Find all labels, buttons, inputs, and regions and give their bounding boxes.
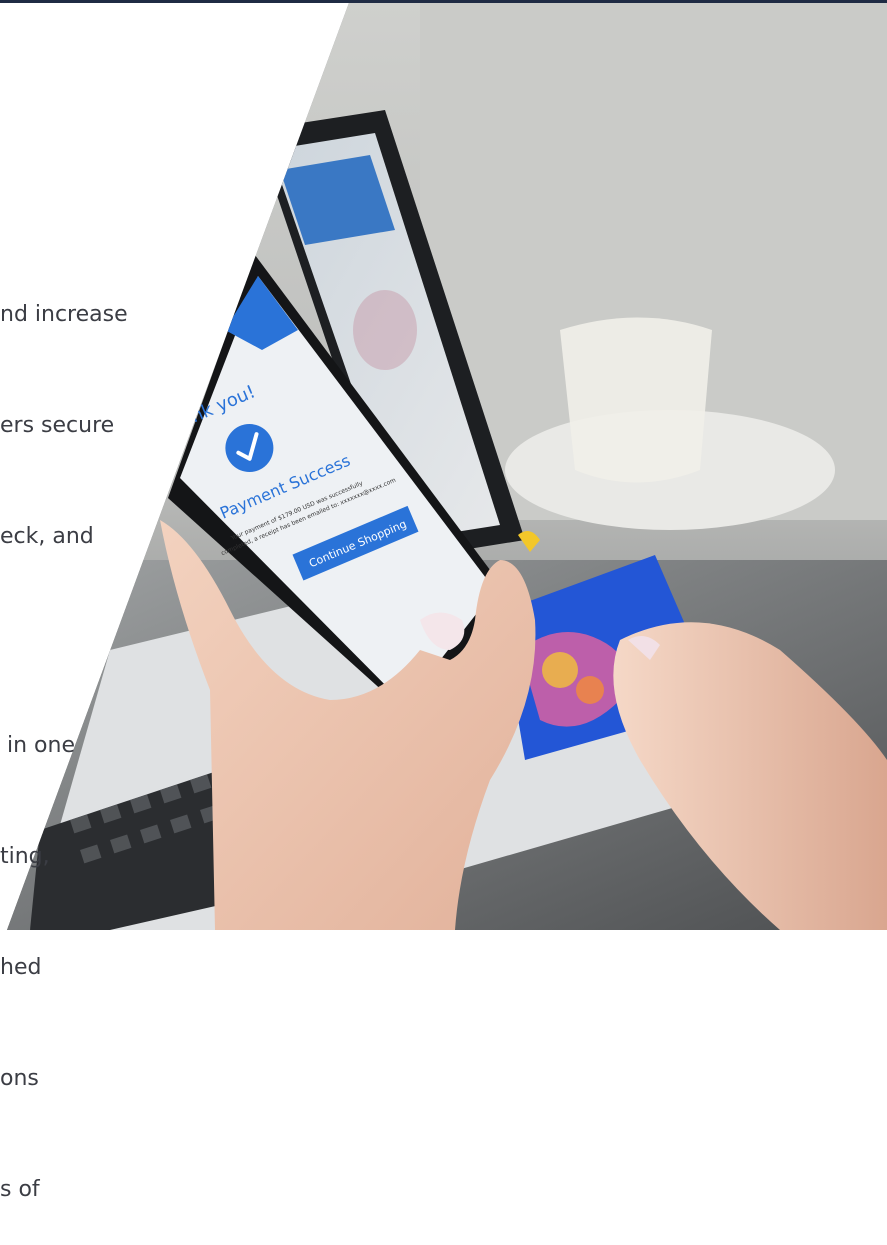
top-border [0,0,887,3]
text-line: s of [0,1177,40,1202]
text-line: eck, and [0,524,94,549]
intro-text: nd increase ers secure eck, and in one t… [0,222,170,1245]
text-line: ons [0,1066,39,1091]
text-line: ers secure [0,413,115,438]
cup [560,317,712,483]
text-line: nd increase [0,302,128,327]
text-line: ting, [0,844,50,869]
text-line: hed [0,955,42,980]
text-line: in one [0,733,75,758]
